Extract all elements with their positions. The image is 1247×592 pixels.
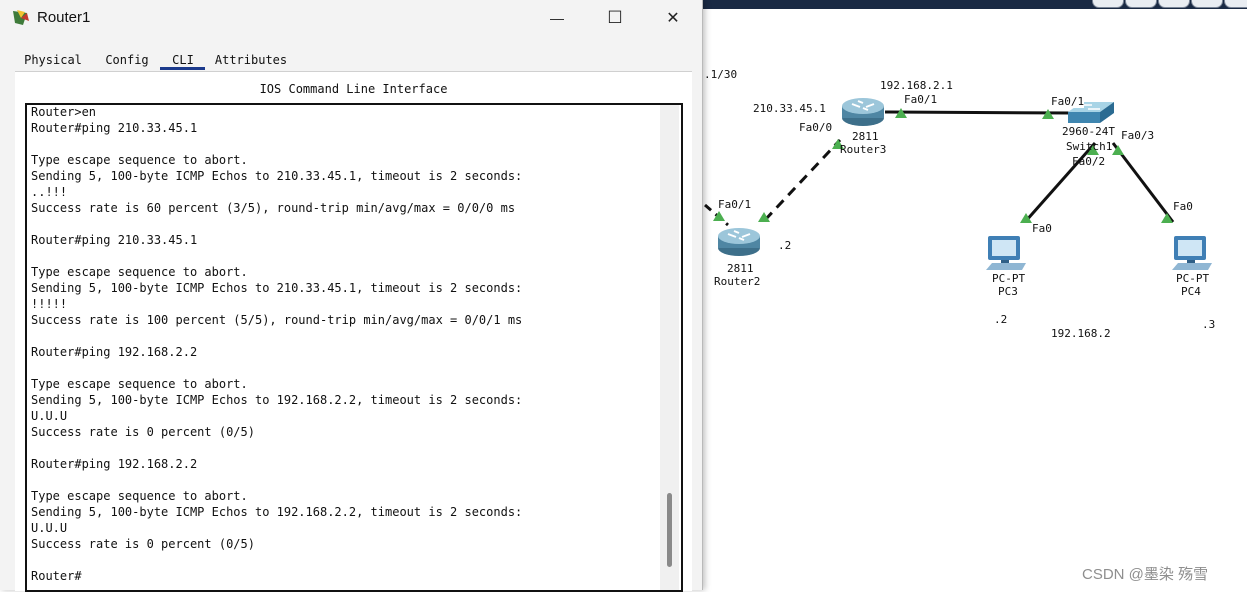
- minimize-button[interactable]: —: [528, 0, 586, 36]
- panel-title: IOS Command Line Interface: [259, 82, 448, 96]
- terminal-line: Router#ping 192.168.2.2: [31, 457, 198, 471]
- terminal-line: Type escape sequence to abort.: [31, 377, 248, 391]
- tab-attributes[interactable]: Attributes: [211, 49, 291, 71]
- link-status-up: [713, 211, 725, 221]
- terminal-line: Success rate is 0 percent (0/5): [31, 425, 255, 439]
- watermark: CSDN @墨染 殇雪: [1082, 566, 1209, 583]
- terminal-line: Router#ping 192.168.2.2: [31, 345, 198, 359]
- link-router2-router3: [763, 138, 842, 222]
- interface-ip-label: .2: [778, 239, 792, 252]
- pc-icon[interactable]: [986, 236, 1026, 270]
- terminal-line: Router#ping 210.33.45.1: [31, 121, 198, 135]
- terminal-line: Sending 5, 100-byte ICMP Echos to 192.16…: [31, 393, 523, 407]
- pc-icon[interactable]: [1172, 236, 1212, 270]
- window-titlebar[interactable]: Router1 — ☐ ✕: [0, 0, 702, 36]
- minimize-icon: —: [550, 10, 564, 26]
- terminal-line: Sending 5, 100-byte ICMP Echos to 210.33…: [31, 281, 523, 295]
- maximize-icon: ☐: [607, 8, 623, 27]
- network-label: 192.168.2: [1051, 327, 1111, 340]
- terminal-line: Router#ping 210.33.45.1: [31, 233, 198, 247]
- scrollbar-thumb[interactable]: [667, 493, 672, 567]
- terminal-line: Router>en: [31, 105, 97, 119]
- tab-config[interactable]: Config: [97, 49, 157, 71]
- terminal-line: Type escape sequence to abort.: [31, 265, 248, 279]
- interface-label: Fa0: [1173, 200, 1193, 213]
- terminal-scrollbar[interactable]: [660, 105, 679, 590]
- device-name-label[interactable]: PC3: [998, 285, 1018, 298]
- device-name-label[interactable]: Router2: [714, 275, 760, 288]
- terminal-line: Sending 5, 100-byte ICMP Echos to 210.33…: [31, 169, 523, 183]
- terminal-line: Sending 5, 100-byte ICMP Echos to 192.16…: [31, 505, 523, 519]
- app-icon: [13, 10, 29, 25]
- network-label: .1/30: [704, 68, 738, 81]
- device-model-label: 2811: [727, 262, 754, 275]
- maximize-button[interactable]: ☐: [586, 0, 644, 36]
- terminal-line: Success rate is 60 percent (3/5), round-…: [31, 201, 516, 215]
- interface-label: Fa0/0: [799, 121, 833, 134]
- interface-ip-label: 210.33.45.1: [753, 102, 826, 115]
- interface-label: Fa0/1: [1051, 95, 1085, 108]
- interface-label: Fa0/1: [904, 93, 938, 106]
- terminal-line: !!!!!: [31, 297, 68, 311]
- device-type-label: PC-PT: [1176, 272, 1210, 285]
- window-title: Router1: [37, 9, 91, 26]
- router-window: Router1 — ☐ ✕ Physical Config CLI Attrib…: [0, 0, 703, 592]
- interface-label: Fa0/2: [1072, 155, 1106, 168]
- device-type-label: PC-PT: [992, 272, 1026, 285]
- terminal-line: U.U.U: [31, 521, 68, 535]
- interface-label: Fa0/3: [1121, 129, 1155, 142]
- device-name-label[interactable]: Router3: [840, 143, 886, 156]
- host-ip-label: .2: [994, 313, 1008, 326]
- terminal-line: Success rate is 100 percent (5/5), round…: [31, 313, 523, 327]
- close-icon: ✕: [666, 10, 680, 27]
- router-icon[interactable]: [718, 228, 760, 256]
- active-tab-indicator: [160, 67, 205, 70]
- router-icon[interactable]: [842, 98, 884, 126]
- terminal-line: ..!!!: [31, 185, 68, 199]
- device-model-label: 2960-24T: [1062, 125, 1115, 138]
- close-button[interactable]: ✕: [644, 0, 702, 36]
- interface-label: Fa0: [1032, 222, 1052, 235]
- interface-label: Fa0/1: [718, 198, 752, 211]
- terminal-line: Router#: [31, 569, 82, 583]
- tab-physical[interactable]: Physical: [15, 49, 91, 71]
- terminal-line: Type escape sequence to abort.: [31, 489, 248, 503]
- cli-terminal[interactable]: Router>en Router#ping 210.33.45.1 Type esc…: [25, 103, 683, 592]
- terminal-line: Type escape sequence to abort.: [31, 153, 248, 167]
- device-model-label: 2811: [852, 130, 879, 143]
- terminal-output: Router>en Router#ping 210.33.45.1 Type esc…: [31, 105, 651, 584]
- host-ip-label: .3: [1202, 318, 1216, 331]
- terminal-line: Success rate is 0 percent (0/5): [31, 537, 255, 551]
- link-router3-switch: [884, 110, 1073, 115]
- terminal-line: U.U.U: [31, 409, 68, 423]
- device-name-label[interactable]: PC4: [1181, 285, 1201, 298]
- device-name-label[interactable]: Switch1: [1066, 140, 1112, 153]
- interface-ip-label: 192.168.2.1: [880, 79, 953, 92]
